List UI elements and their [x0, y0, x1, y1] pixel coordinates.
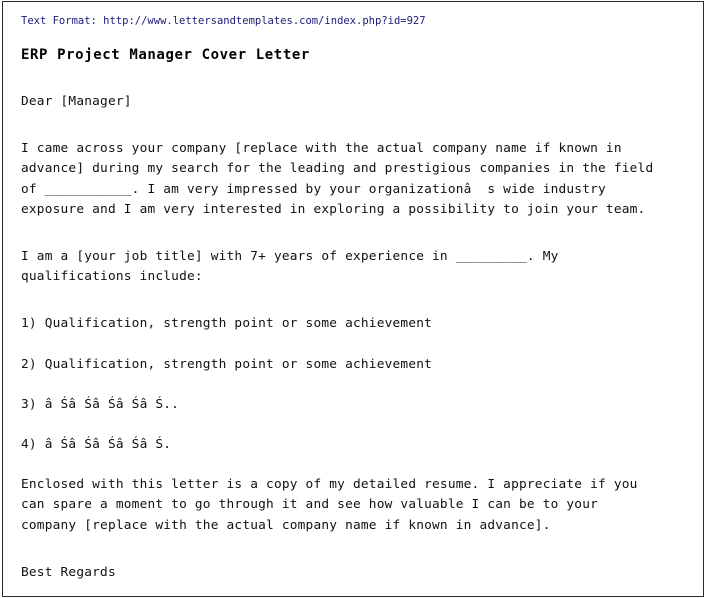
qualification-item-4: 4) â Śâ Śâ Śâ Śâ Ś. [21, 437, 172, 453]
qualification-item-2: 2) Qualification, strength point or some… [21, 356, 433, 372]
closing-paragraph: Enclosed with this letter is a copy of m… [21, 477, 638, 533]
intro-paragraph: I came across your company [replace with… [21, 141, 654, 217]
document-title: ERP Project Manager Cover Letter [21, 47, 310, 63]
qualification-item-1: 1) Qualification, strength point or some… [21, 316, 433, 332]
document-content: Text Format: http://www.lettersandtempla… [0, 0, 706, 599]
signoff: Best Regards [21, 564, 116, 580]
source-url-line[interactable]: Text Format: http://www.lettersandtempla… [21, 12, 688, 28]
qualification-item-3: 3) â Śâ Śâ Śâ Śâ Ś.. [21, 396, 180, 412]
experience-paragraph: I am a [your job title] with 7+ years of… [21, 249, 559, 285]
document-page: Text Format: http://www.lettersandtempla… [0, 0, 706, 599]
salutation: Dear [Manager] [21, 94, 132, 109]
